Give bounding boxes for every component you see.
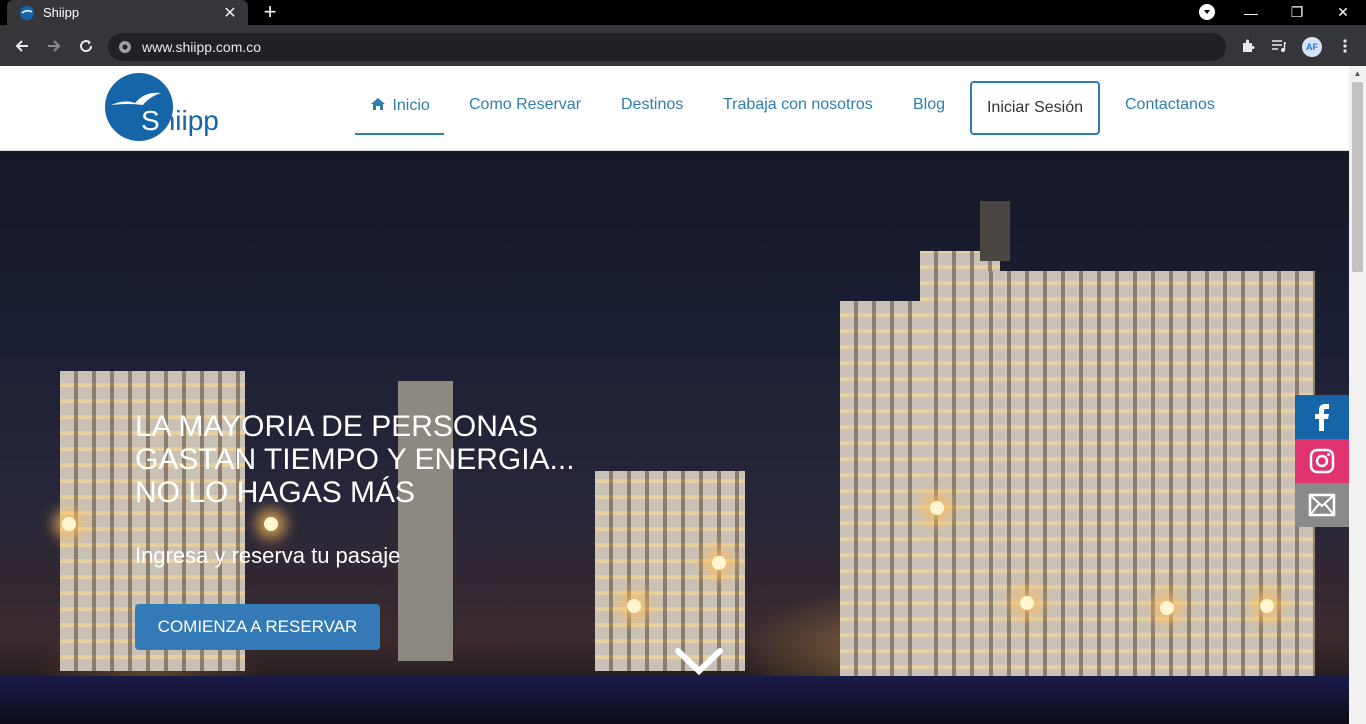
close-tab-icon[interactable]: ✕ xyxy=(222,3,238,23)
facebook-button[interactable] xyxy=(1295,395,1349,439)
new-tab-icon[interactable]: + xyxy=(260,1,280,23)
street-light xyxy=(930,501,944,515)
address-bar[interactable]: www.shiipp.com.co xyxy=(108,33,1226,61)
building xyxy=(595,471,745,671)
antenna xyxy=(980,201,1010,261)
instagram-button[interactable] xyxy=(1295,439,1349,483)
mail-icon xyxy=(1308,493,1336,517)
browser-tab-strip: Shiipp ✕ + — ❐ ✕ xyxy=(0,0,1366,25)
scroll-down-chevron-icon[interactable] xyxy=(674,647,724,677)
scroll-up-icon[interactable]: ▲ xyxy=(1349,66,1366,82)
facebook-icon xyxy=(1315,404,1329,431)
waterfront xyxy=(0,676,1349,724)
nav-como-reservar[interactable]: Como Reservar xyxy=(469,96,581,114)
street-light xyxy=(627,599,641,613)
street-light xyxy=(264,517,278,531)
scroll-thumb[interactable] xyxy=(1352,82,1363,272)
back-icon[interactable] xyxy=(11,35,33,57)
browser-tab[interactable]: Shiipp ✕ xyxy=(7,0,248,25)
profile-avatar[interactable]: AF xyxy=(1302,37,1322,57)
extensions-icon[interactable] xyxy=(1239,37,1257,55)
street-light xyxy=(1160,601,1174,615)
tab-title: Shiipp xyxy=(43,5,80,20)
nav-trabaja[interactable]: Trabaja con nosotros xyxy=(723,96,873,114)
close-window-button[interactable]: ✕ xyxy=(1320,0,1366,25)
minimize-button[interactable]: — xyxy=(1228,0,1274,25)
start-booking-button[interactable]: COMIENZA A RESERVAR xyxy=(135,604,380,650)
hero-subtitle: Ingresa y reserva tu pasaje xyxy=(135,543,401,568)
logo[interactable]: Shiipp xyxy=(105,73,235,143)
street-light xyxy=(62,517,76,531)
tab-search-icon[interactable] xyxy=(1199,4,1215,20)
street-light xyxy=(1260,599,1274,613)
nav-blog[interactable]: Blog xyxy=(913,96,945,114)
url-text: www.shiipp.com.co xyxy=(142,39,262,55)
page-scrollbar[interactable]: ▲ xyxy=(1349,66,1366,724)
hero-heading: LA MAYORIA DE PERSONAS GASTAN TIEMPO Y E… xyxy=(135,410,575,509)
hero-section: LA MAYORIA DE PERSONAS GASTAN TIEMPO Y E… xyxy=(0,151,1349,724)
nav-inicio-label: Inicio xyxy=(392,97,430,114)
restore-button[interactable]: ❐ xyxy=(1274,0,1320,25)
home-icon xyxy=(371,98,385,110)
media-control-icon[interactable] xyxy=(1270,37,1288,55)
browser-toolbar: www.shiipp.com.co AF xyxy=(0,25,1366,66)
favicon-icon xyxy=(19,5,35,21)
forward-icon[interactable] xyxy=(43,35,65,57)
site-info-icon[interactable] xyxy=(118,39,134,55)
menu-icon[interactable] xyxy=(1336,37,1354,55)
nav-destinos[interactable]: Destinos xyxy=(621,96,683,114)
site-header: Shiipp Inicio Como Reservar Destinos Tra… xyxy=(0,66,1349,151)
reload-icon[interactable] xyxy=(75,35,97,57)
instagram-icon xyxy=(1309,448,1335,474)
street-light xyxy=(1020,596,1034,610)
nav-contactanos[interactable]: Contactanos xyxy=(1125,96,1215,114)
logo-text: Shiipp xyxy=(141,105,219,136)
mail-button[interactable] xyxy=(1295,483,1349,527)
login-button[interactable]: Iniciar Sesión xyxy=(970,81,1100,135)
street-light xyxy=(712,556,726,570)
nav-inicio[interactable]: Inicio xyxy=(355,96,444,135)
building xyxy=(975,271,1315,681)
